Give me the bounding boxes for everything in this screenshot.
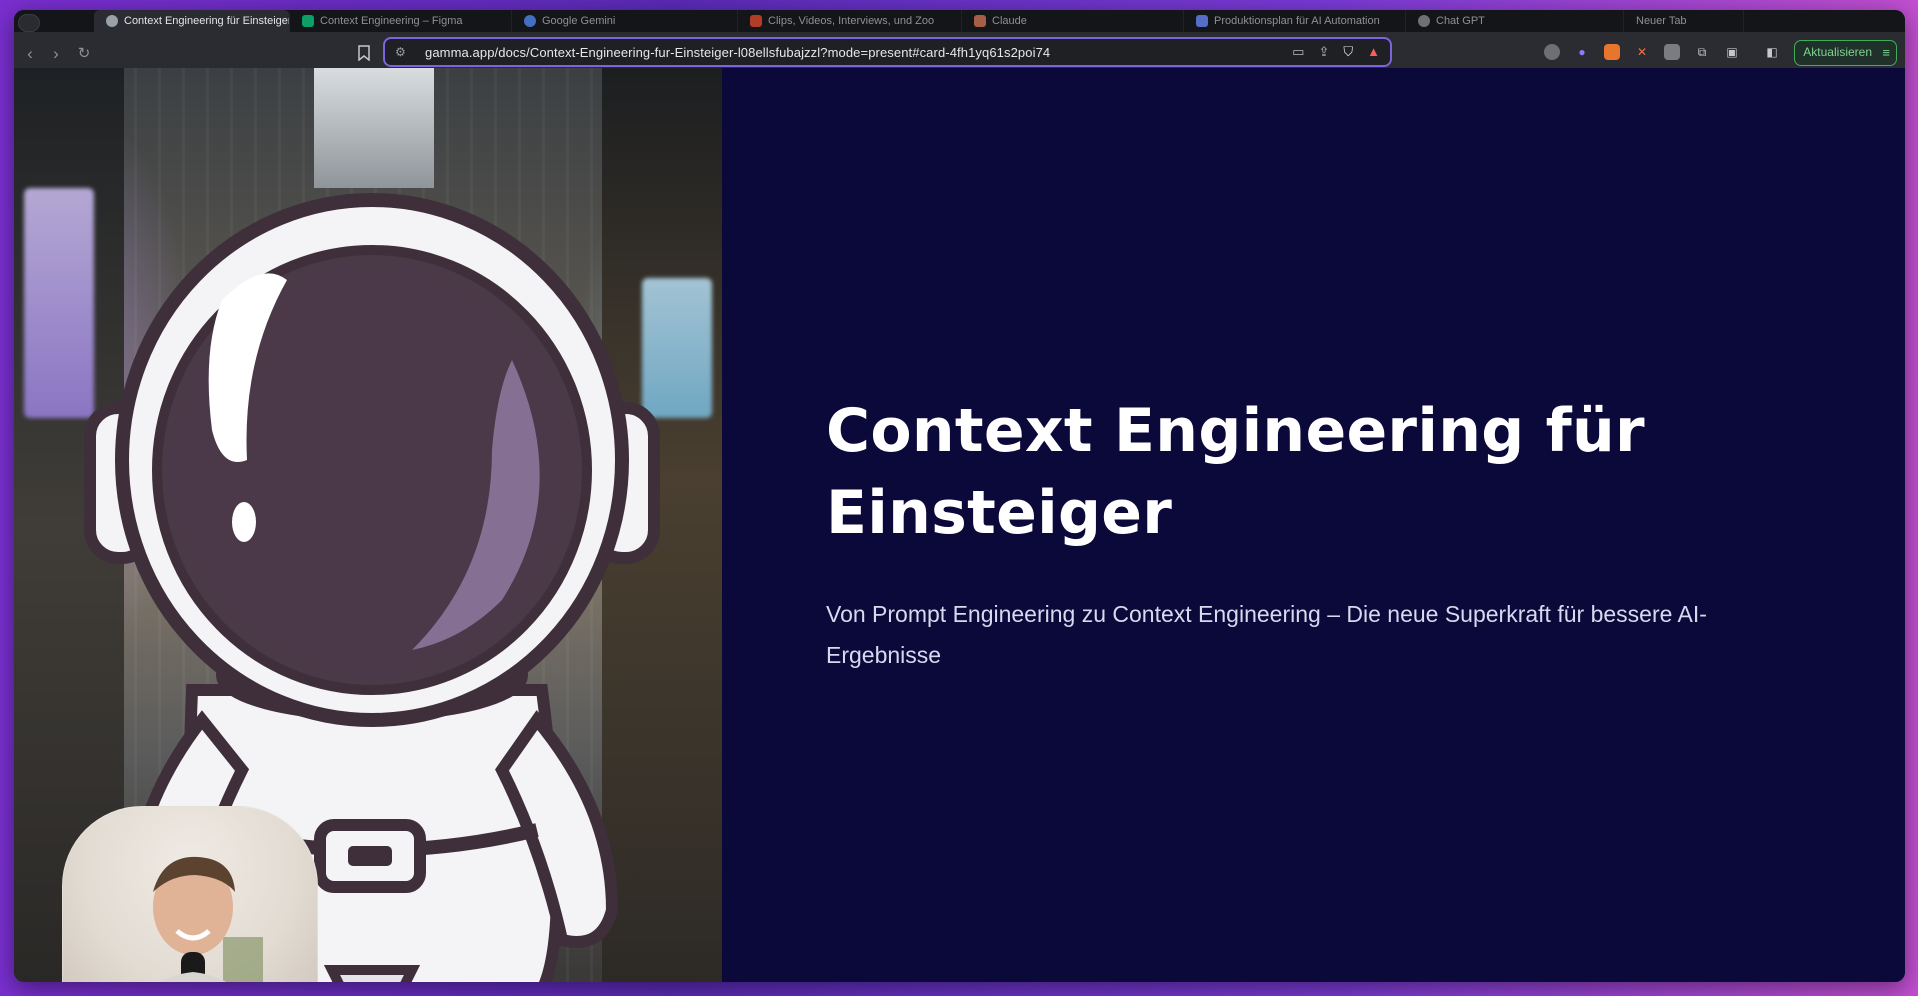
tab-label: Clips, Videos, Interviews, und Zoo (768, 15, 935, 27)
brave-rewards-icon[interactable]: ▲ (1367, 43, 1380, 61)
document-icon (1196, 15, 1208, 27)
slide-title-line: Context Engineering für (826, 396, 1645, 466)
extension-box-icon[interactable]: ▣ (1724, 44, 1740, 60)
site-settings-icon[interactable]: ⚙ (395, 45, 409, 59)
cast-icon[interactable]: ▭ (1292, 43, 1304, 61)
tab-favicon-icon (106, 15, 118, 27)
tab-list: Context Engineering für Einsteiger × Con… (94, 10, 1744, 32)
forward-icon[interactable]: › (46, 44, 66, 64)
tab-produktionsplan[interactable]: Produktionsplan für AI Automation (1184, 10, 1406, 32)
webcam-overlay (62, 806, 318, 982)
claude-icon (974, 15, 986, 27)
tab-new[interactable]: Neuer Tab (1624, 10, 1744, 32)
slide-title-line: Einsteiger (826, 478, 1173, 548)
presenter-avatar (153, 856, 263, 982)
tab-label: Context Engineering – Figma (320, 15, 463, 27)
extension-grid-icon[interactable] (1664, 44, 1680, 60)
chatgpt-icon (1418, 15, 1430, 27)
url-tools: ▭ ⇪ ⛉ ▲ (1292, 43, 1380, 61)
tab-context-engineering[interactable]: Context Engineering für Einsteiger × (94, 10, 290, 32)
tab-gemini[interactable]: Google Gemini (512, 10, 738, 32)
slide-subtitle-line: Ergebnisse (826, 642, 942, 668)
share-icon[interactable]: ⇪ (1318, 43, 1329, 61)
gemini-icon (524, 15, 536, 27)
window-controls[interactable] (18, 14, 40, 32)
sidebar-icon[interactable]: ◧ (1764, 44, 1780, 60)
figma-icon (302, 15, 314, 27)
browser-window: Context Engineering für Einsteiger × Con… (14, 10, 1905, 982)
slide-subtitle-line: Von Prompt Engineering zu Context Engine… (826, 601, 1707, 627)
extension-globe-icon[interactable] (1544, 44, 1560, 60)
menu-icon[interactable]: ≡ (1882, 41, 1890, 64)
tab-label: Chat GPT (1436, 15, 1485, 27)
slide-subtitle: Von Prompt Engineering zu Context Engine… (826, 594, 1756, 676)
bookmark-icon[interactable] (358, 45, 370, 61)
update-button[interactable]: Aktualisieren ≡ (1794, 40, 1897, 66)
tab-label: Context Engineering für Einsteiger (124, 15, 290, 27)
tab-clips[interactable]: Clips, Videos, Interviews, und Zoo (738, 10, 962, 32)
tab-label: Neuer Tab (1636, 15, 1687, 27)
extension-orange-icon[interactable] (1604, 44, 1620, 60)
back-icon[interactable]: ‹ (20, 44, 40, 64)
tab-label: Google Gemini (542, 15, 616, 27)
extensions-bar: ● ✕ ⧉ ▣ ◧ ✧ (1544, 44, 1810, 60)
url-text[interactable]: gamma.app/docs/Context-Engineering-fur-E… (425, 45, 1050, 60)
tab-strip: Context Engineering für Einsteiger × Con… (14, 10, 1905, 32)
tab-label: Produktionsplan für AI Automation (1214, 15, 1380, 27)
extension-purple-icon[interactable]: ● (1574, 44, 1590, 60)
clips-icon (750, 15, 762, 27)
reload-icon[interactable]: ↻ (74, 44, 94, 64)
extension-x-icon[interactable]: ✕ (1634, 44, 1650, 60)
slide-title: Context Engineering für Einsteiger (826, 390, 1726, 554)
address-bar[interactable]: ⚙ gamma.app/docs/Context-Engineering-fur… (383, 37, 1392, 67)
brave-shield-icon[interactable]: ⛉ (1343, 43, 1353, 61)
tab-claude[interactable]: Claude (962, 10, 1184, 32)
tab-figma[interactable]: Context Engineering – Figma (290, 10, 512, 32)
slide-image (14, 68, 722, 982)
tab-label: Claude (992, 15, 1027, 27)
tab-chatgpt[interactable]: Chat GPT (1406, 10, 1624, 32)
extensions-puzzle-icon[interactable]: ⧉ (1694, 44, 1710, 60)
update-label: Aktualisieren (1803, 45, 1872, 59)
